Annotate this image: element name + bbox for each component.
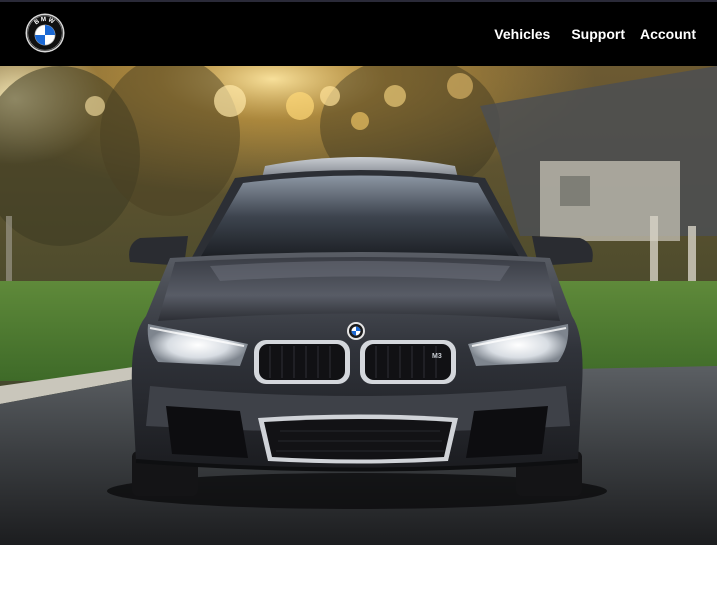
grille-badge: M3 xyxy=(432,353,442,360)
nav-link-support[interactable]: Support xyxy=(571,26,625,42)
hero-image: M3 xyxy=(0,66,717,545)
top-navigation-bar: BMW Vehicles Support Account xyxy=(0,0,717,66)
bmw-logo-icon[interactable]: BMW xyxy=(25,13,65,53)
nav-link-vehicles[interactable]: Vehicles xyxy=(494,26,550,42)
hero-car-photo: M3 xyxy=(0,66,717,545)
nav-link-account[interactable]: Account xyxy=(640,26,696,42)
page-below-hero xyxy=(0,545,717,601)
main-nav: Vehicles Support Account xyxy=(494,26,696,42)
